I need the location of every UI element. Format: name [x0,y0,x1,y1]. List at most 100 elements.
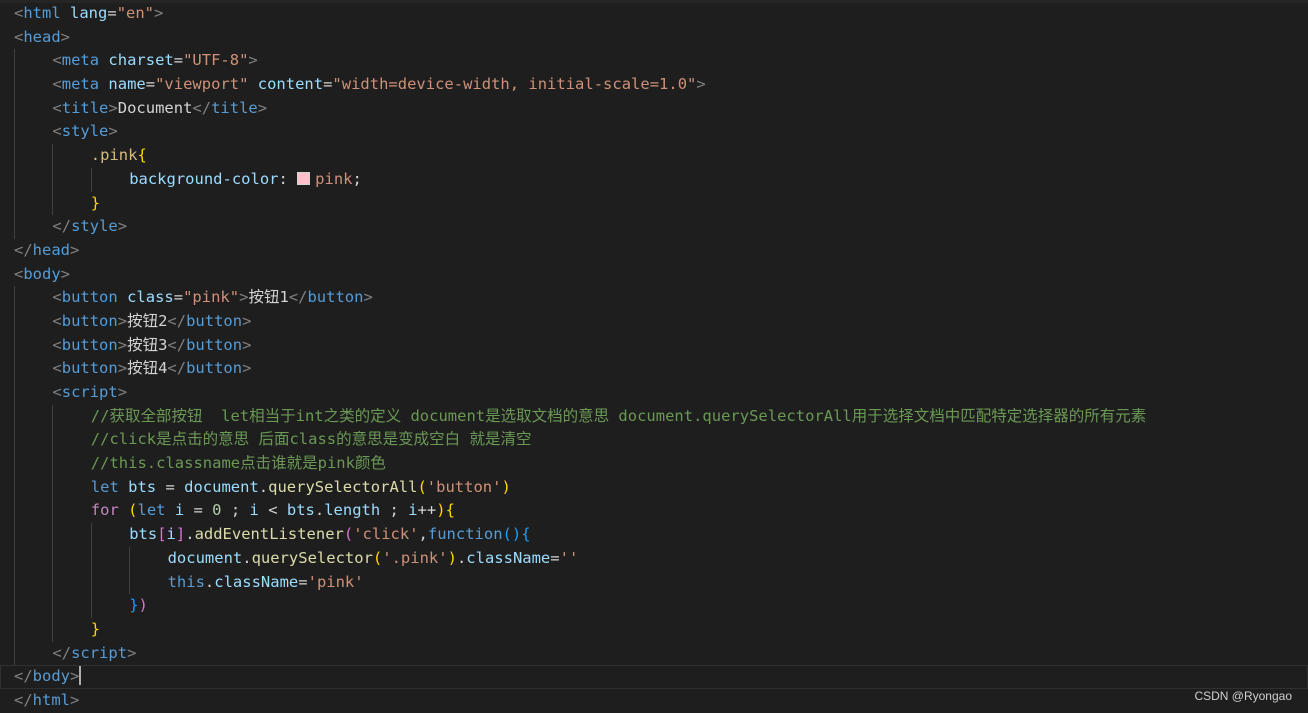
attribute-value: "en" [116,4,155,22]
code-line-12[interactable]: <body> [0,263,1308,287]
attribute-name: name [108,75,146,94]
code-line-7[interactable]: .pink{ [0,144,1308,168]
function-name: querySelector [251,548,373,567]
attribute-value: "width=device-width, initial-scale=1.0" [332,75,697,94]
brace: { [445,501,455,520]
tag-bracket: </ [52,217,72,236]
equals-sign: = [173,51,184,70]
code-line-29[interactable]: </body> [0,665,1308,689]
operator: = [298,572,308,591]
tag-bracket: < [52,335,62,354]
tag-bracket: < [52,288,62,307]
tag-bracket: </ [192,98,212,117]
css-value: pink [315,169,353,188]
bracket: [ [157,525,167,544]
code-line-22[interactable]: for (let i = 0 ; i < bts.length ; i++){ [0,499,1308,524]
tag-name: meta [61,75,100,94]
number: 0 [212,501,222,520]
keyword: for [90,501,119,520]
paren: ) [501,477,511,496]
code-line-16[interactable]: <button>按钮4</button> [0,357,1308,381]
brace: } [129,596,139,615]
dot: . [185,525,195,544]
code-line-18[interactable]: //获取全部按钮 let相当于int之类的定义 document是选取文档的意思… [0,404,1308,429]
tag-name: button [61,359,118,378]
brace: } [90,619,101,638]
code-line-3[interactable]: <meta charset="UTF-8"> [0,49,1308,74]
code-line-8[interactable]: background-color: pink; [0,167,1308,192]
property: className [214,572,299,591]
color-swatch-icon[interactable] [297,171,311,185]
code-line-2[interactable]: <head> [0,26,1308,50]
code-line-24[interactable]: document.querySelector('.pink').classNam… [0,546,1308,571]
tag-bracket: > [248,51,258,70]
indent-guide [129,546,130,571]
dot: . [314,501,325,520]
indent-guide [52,570,53,595]
code-line-1[interactable]: <html lang="en"> [0,2,1308,26]
indent-guide [52,167,53,192]
code-line-21[interactable]: let bts = document.querySelectorAll('but… [0,475,1308,500]
paren: ) [436,501,446,520]
code-line-13[interactable]: <button class="pink">按钮1</button> [0,286,1308,310]
tag-bracket: </ [52,643,72,662]
indent-guide [14,357,15,381]
tag-bracket: < [52,122,62,141]
code-line-26[interactable]: }) [0,594,1308,618]
tag-bracket: < [14,264,24,283]
code-comment: //this.classname点击谁就是pink颜色 [90,454,386,473]
tag-bracket: > [117,311,128,330]
dot: . [204,572,215,591]
code-line-15[interactable]: <button>按钮3</button> [0,333,1308,358]
operator: = [156,477,185,496]
text-cursor [79,666,82,686]
indent-guide [14,641,15,666]
indent-guide [52,404,53,429]
code-line-17[interactable]: <script> [0,381,1308,405]
element-text: Document [117,98,193,117]
brace: { [137,146,147,165]
tag-name: body [23,264,61,283]
code-line-9[interactable]: } [0,191,1308,216]
code-editor[interactable]: <html lang="en"> <head> <meta charset="U… [0,0,1308,713]
code-area[interactable]: <html lang="en"> <head> <meta charset="U… [0,2,1308,713]
keyword: this [167,572,205,591]
tag-bracket: > [70,240,80,259]
element-text: 按钮2 [127,311,168,330]
equals-sign: = [107,4,117,22]
attribute-value: "pink" [183,288,240,307]
code-line-10[interactable]: </style> [0,215,1308,239]
variable: i [174,501,185,520]
tag-name: meta [61,51,100,70]
string: '' [559,548,579,567]
code-line-20[interactable]: //this.classname点击谁就是pink颜色 [0,452,1308,476]
variable: i [249,501,259,520]
code-line-5[interactable]: <title>Document</title> [0,96,1308,121]
tag-bracket: > [127,643,137,662]
function-name: addEventListener [194,525,344,544]
dot: . [456,548,467,567]
indent-guide [14,167,15,192]
tag-name: style [71,217,118,236]
code-line-25[interactable]: this.className='pink' [0,570,1308,595]
code-line-23[interactable]: bts[i].addEventListener('click',function… [0,523,1308,547]
tag-name: body [32,667,70,686]
indent-guide [91,594,92,618]
code-line-14[interactable]: <button>按钮2</button> [0,309,1308,334]
tag-name: button [61,335,118,354]
tag-name: html [32,690,70,709]
tag-bracket: > [363,288,373,307]
code-line-11[interactable]: </head> [0,239,1308,263]
paren: ( [343,525,354,544]
attribute-value: "UTF-8" [183,51,249,70]
code-line-28[interactable]: </script> [0,641,1308,666]
code-line-6[interactable]: <style> [0,120,1308,145]
code-line-27[interactable]: } [0,617,1308,642]
code-line-4[interactable]: <meta name="viewport" content="width=dev… [0,73,1308,97]
tag-name: button [61,288,118,307]
code-line-19[interactable]: //click是点击的意思 后面class的意思是变成空白 就是清空 [0,428,1308,453]
code-line-30[interactable]: </html> [0,689,1308,713]
attribute-name: class [127,288,174,307]
tag-name: script [61,383,118,401]
variable: bts [129,525,158,544]
